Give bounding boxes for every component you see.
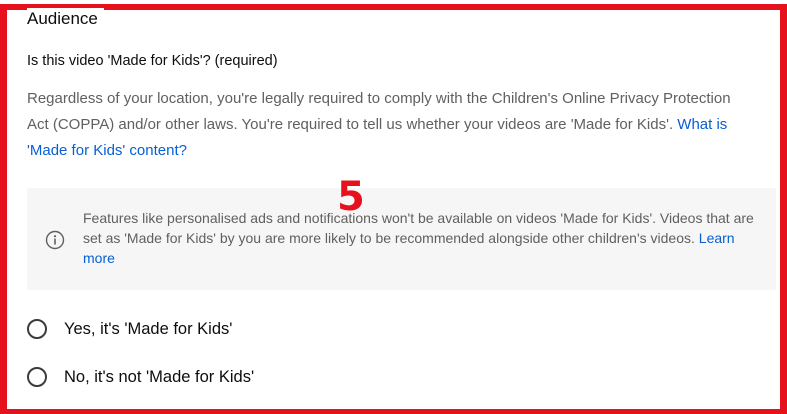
annotation-frame-right — [780, 4, 787, 414]
annotation-frame-left — [0, 4, 7, 414]
annotation-frame-bottom — [0, 409, 787, 414]
made-for-kids-yes-option[interactable]: Yes, it's 'Made for Kids' — [27, 318, 232, 340]
annotation-step-number: 5 — [337, 174, 365, 220]
section-title: Audience — [27, 8, 104, 30]
radio-label-yes: Yes, it's 'Made for Kids' — [64, 320, 233, 338]
radio-button-no[interactable] — [27, 367, 47, 387]
info-message: Features like personalised ads and notif… — [83, 208, 763, 268]
annotation-frame-top — [0, 4, 787, 10]
made-for-kids-no-option[interactable]: No, it's not 'Made for Kids' — [27, 366, 254, 388]
info-icon — [45, 230, 65, 250]
made-for-kids-info-box: Features like personalised ads and notif… — [27, 188, 776, 290]
made-for-kids-question: Is this video 'Made for Kids'? (required… — [27, 53, 278, 69]
coppa-description-text: Regardless of your location, you're lega… — [27, 90, 731, 133]
info-message-text: Features like personalised ads and notif… — [83, 210, 754, 246]
coppa-description: Regardless of your location, you're lega… — [27, 86, 747, 164]
audience-screenshot: Audience Is this video 'Made for Kids'? … — [0, 0, 787, 414]
radio-label-no: No, it's not 'Made for Kids' — [64, 368, 255, 386]
radio-button-yes[interactable] — [27, 319, 47, 339]
